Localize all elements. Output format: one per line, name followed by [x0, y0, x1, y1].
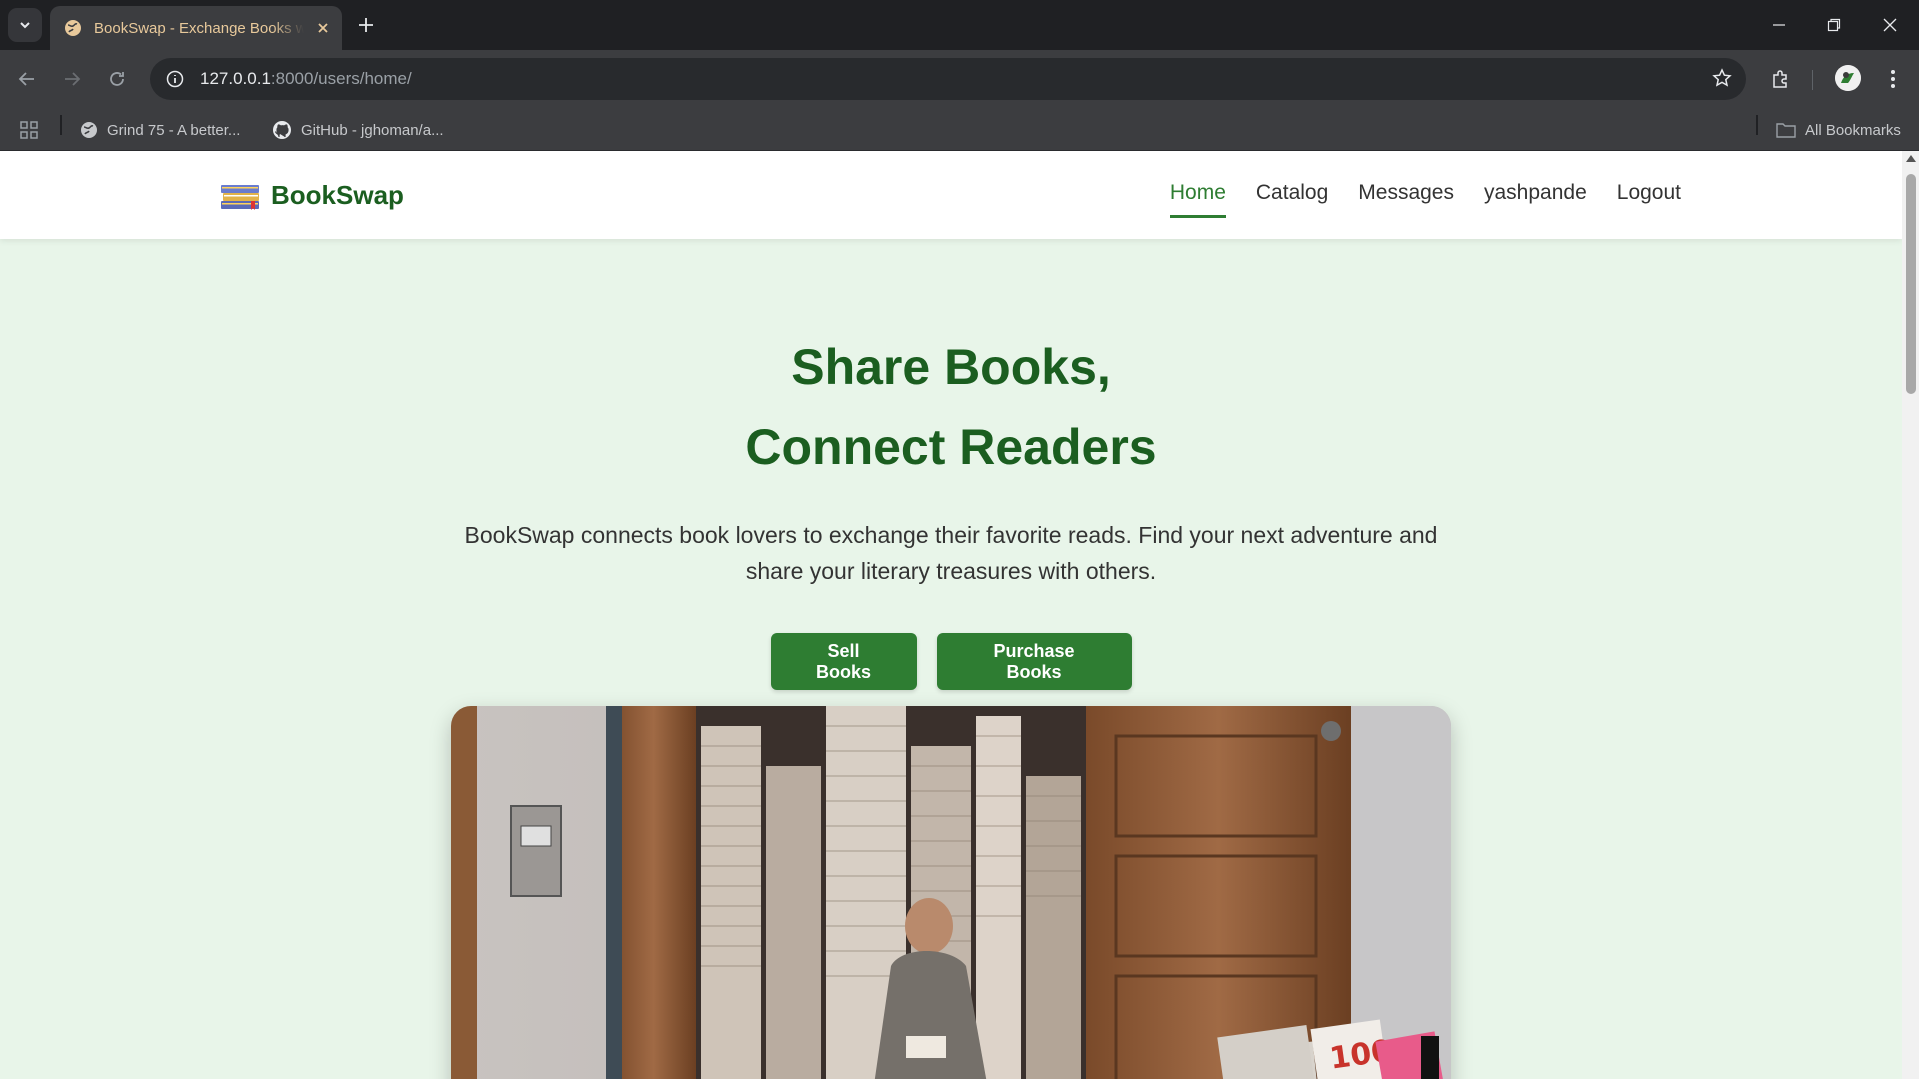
scroll-up-icon[interactable] — [1906, 155, 1916, 162]
tab-title: BookSwap - Exchange Books with Readers — [94, 19, 304, 37]
puzzle-icon — [1773, 70, 1787, 88]
nav-link-catalog[interactable]: Catalog — [1256, 181, 1328, 218]
globe-icon — [80, 121, 98, 139]
close-icon — [1883, 18, 1897, 32]
hero-section: Share Books, Connect Readers BookSwap co… — [0, 239, 1902, 690]
brand-name: BookSwap — [271, 179, 404, 210]
brand-logo-link[interactable]: BookSwap — [219, 179, 404, 211]
url-host: 127.0.0.1 — [200, 69, 271, 88]
nav-link-messages[interactable]: Messages — [1358, 181, 1454, 218]
apps-grid-icon — [20, 121, 38, 139]
nav-link-profile[interactable]: yashpande — [1484, 181, 1587, 218]
hero-image: 100 — [451, 706, 1451, 1079]
scrollbar-thumb[interactable] — [1906, 174, 1916, 394]
bookmark-item-grind75[interactable]: Grind 75 - A better... — [80, 117, 240, 143]
url-text: 127.0.0.1:8000/users/home/ — [200, 69, 412, 89]
bookmark-item-github[interactable]: GitHub - jghoman/a... — [272, 117, 444, 143]
bookmark-label: GitHub - jghoman/a... — [301, 121, 444, 139]
extensions-button[interactable] — [1766, 64, 1796, 94]
forward-button[interactable] — [57, 64, 87, 94]
books-stack-icon — [221, 185, 259, 210]
arrow-right-icon — [65, 72, 81, 86]
minimize-icon — [1773, 24, 1785, 26]
apps-button[interactable] — [20, 117, 38, 143]
bookmarks-bar: Grind 75 - A better... GitHub - jghoman/… — [0, 108, 1919, 151]
profile-avatar[interactable] — [1835, 65, 1861, 91]
chevron-down-icon — [20, 22, 30, 29]
bookmark-label: Grind 75 - A better... — [107, 121, 241, 139]
hero-title-line1: Share Books, — [791, 339, 1111, 395]
page-viewport: BookSwap Home Catalog Messages yashpande… — [0, 151, 1919, 1079]
new-tab-button[interactable] — [352, 11, 380, 39]
menu-button[interactable] — [1878, 64, 1908, 94]
folder-icon — [1776, 122, 1796, 138]
github-icon — [272, 120, 292, 140]
nav-link-logout[interactable]: Logout — [1617, 181, 1681, 218]
plus-icon — [359, 18, 373, 32]
avatar-icon — [1835, 65, 1861, 91]
address-bar[interactable]: 127.0.0.1:8000/users/home/ — [150, 58, 1746, 100]
minimize-button[interactable] — [1751, 0, 1807, 50]
nav-link-home[interactable]: Home — [1169, 181, 1226, 218]
all-bookmarks-button[interactable]: All Bookmarks — [1776, 117, 1901, 143]
bookmarks-divider — [60, 115, 62, 135]
hero-description: BookSwap connects book lovers to exchang… — [464, 522, 1438, 584]
site-header: BookSwap Home Catalog Messages yashpande… — [0, 151, 1902, 239]
restore-icon — [1827, 18, 1841, 32]
arrow-left-icon — [18, 72, 34, 86]
restore-button[interactable] — [1806, 0, 1862, 50]
close-window-button[interactable] — [1862, 0, 1918, 50]
url-path: :8000/users/home/ — [270, 69, 412, 88]
reload-icon — [110, 72, 124, 86]
purchase-books-button[interactable]: Purchase Books — [936, 633, 1132, 690]
close-icon[interactable] — [316, 21, 330, 35]
bookmarks-divider — [1756, 115, 1758, 135]
browser-toolbar: 127.0.0.1:8000/users/home/ — [0, 50, 1919, 108]
site-info-icon[interactable] — [164, 68, 186, 90]
tab-search-button[interactable] — [8, 8, 42, 42]
cta-buttons: Sell Books Purchase Books — [0, 633, 1902, 690]
more-vertical-icon — [1891, 70, 1895, 88]
reload-button[interactable] — [102, 64, 132, 94]
back-button[interactable] — [12, 64, 42, 94]
browser-tab-strip: BookSwap - Exchange Books with Readers — [0, 0, 1919, 50]
bookshop-photo: 100 — [451, 706, 1451, 1079]
sell-books-button[interactable]: Sell Books — [770, 633, 917, 690]
hero-title: Share Books, Connect Readers — [0, 327, 1902, 487]
globe-icon — [64, 19, 82, 37]
browser-tab-active[interactable]: BookSwap - Exchange Books with Readers — [50, 6, 342, 50]
page-scrollbar[interactable] — [1902, 151, 1919, 1079]
hero-title-line2: Connect Readers — [745, 419, 1157, 475]
all-bookmarks-label: All Bookmarks — [1805, 121, 1901, 139]
toolbar-divider — [1812, 70, 1813, 90]
main-nav: Home Catalog Messages yashpande Logout — [1140, 181, 1681, 218]
bookmark-star-icon[interactable] — [1712, 68, 1732, 88]
